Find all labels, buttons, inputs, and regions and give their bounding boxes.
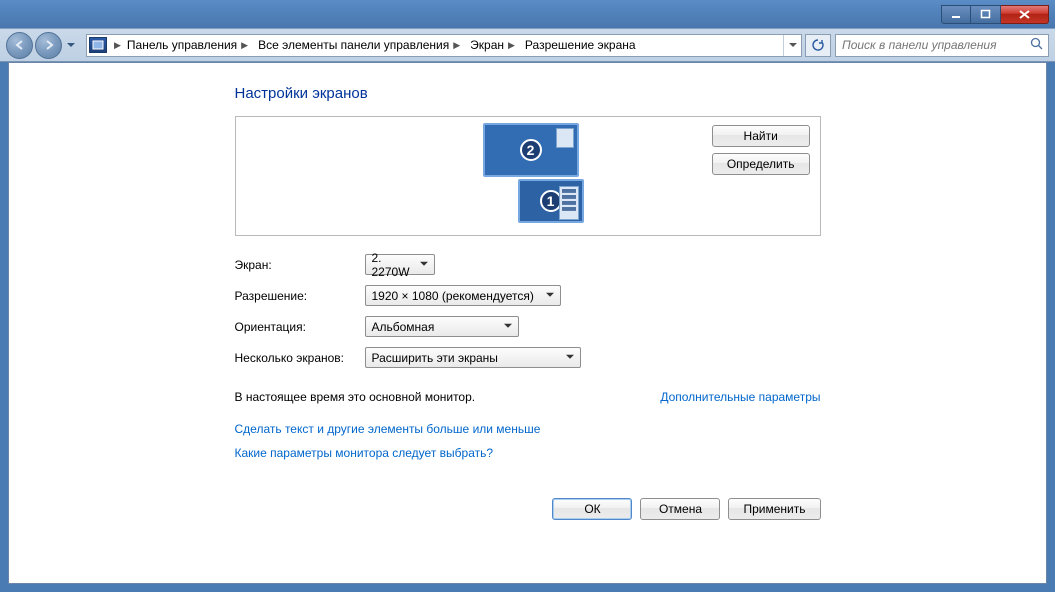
back-arrow-icon: [13, 38, 27, 52]
select-value: Расширить эти экраны: [372, 351, 498, 365]
select-value: 2. 2270W: [372, 251, 412, 279]
breadcrumb: ▶ Панель управления ▶ Все элементы панели…: [110, 35, 783, 56]
ok-button[interactable]: ОК: [552, 498, 632, 520]
chevron-right-icon: ▶: [453, 40, 460, 51]
text-size-link[interactable]: Сделать текст и другие элементы больше и…: [235, 422, 821, 436]
crumb-display[interactable]: Экран ▶: [464, 35, 519, 56]
monitor-badge: 2: [520, 139, 542, 161]
titlebar: [0, 0, 1055, 28]
window-controls: [941, 5, 1049, 24]
select-value: Альбомная: [372, 320, 435, 334]
chevron-down-icon: [67, 43, 75, 48]
crumb-label: Разрешение экрана: [525, 38, 636, 52]
crumb-label: Все элементы панели управления: [258, 38, 449, 52]
control-panel-icon: [89, 37, 107, 53]
crumb-label: Панель управления: [127, 38, 237, 52]
display-arrangement-panel: 2 1 Найти Определить: [235, 116, 821, 236]
monitor-thumb-icon: [559, 186, 579, 220]
crumb-root-arrow[interactable]: ▶: [114, 40, 121, 51]
content: Настройки экранов 2 1 Найти Определить Э…: [235, 85, 821, 520]
address-bar[interactable]: ▶ Панель управления ▶ Все элементы панели…: [86, 34, 802, 57]
advanced-settings-link[interactable]: Дополнительные параметры: [660, 390, 820, 404]
resolution-select[interactable]: 1920 × 1080 (рекомендуется): [365, 285, 561, 306]
label-orientation: Ориентация:: [235, 320, 365, 334]
maximize-button[interactable]: [971, 5, 1001, 24]
monitor-help-link[interactable]: Какие параметры монитора следует выбрать…: [235, 446, 821, 460]
close-button[interactable]: [1001, 5, 1049, 24]
crumb-all-items[interactable]: Все элементы панели управления ▶: [252, 35, 464, 56]
dialog-buttons: ОК Отмена Применить: [235, 498, 821, 520]
crumb-resolution[interactable]: Разрешение экрана: [519, 35, 640, 56]
label-resolution: Разрешение:: [235, 289, 365, 303]
monitor-2[interactable]: 2: [483, 123, 579, 177]
page-title: Настройки экранов: [235, 85, 821, 102]
nav-forward-button[interactable]: [35, 32, 62, 59]
crumb-control-panel[interactable]: Панель управления ▶: [121, 35, 252, 56]
refresh-icon: [811, 38, 825, 52]
content-frame: Настройки экранов 2 1 Найти Определить Э…: [8, 62, 1047, 584]
cancel-button[interactable]: Отмена: [640, 498, 720, 520]
multiple-displays-select[interactable]: Расширить эти экраны: [365, 347, 581, 368]
forward-arrow-icon: [42, 38, 56, 52]
label-display: Экран:: [235, 258, 365, 272]
nav-back-button[interactable]: [6, 32, 33, 59]
chevron-down-icon: [789, 43, 797, 48]
close-icon: [1018, 9, 1031, 20]
address-bar-row: ▶ Панель управления ▶ Все элементы панели…: [0, 28, 1055, 62]
label-multiple: Несколько экранов:: [235, 351, 365, 365]
search-box[interactable]: [835, 34, 1049, 57]
maximize-icon: [980, 9, 991, 20]
address-dropdown[interactable]: [783, 35, 801, 56]
primary-monitor-note: В настоящее время это основной монитор.: [235, 390, 476, 404]
detect-button[interactable]: Найти: [712, 125, 810, 147]
nav-history-dropdown[interactable]: [64, 36, 78, 54]
apply-button[interactable]: Применить: [728, 498, 820, 520]
minimize-button[interactable]: [941, 5, 971, 24]
monitor-1[interactable]: 1: [518, 179, 584, 223]
chevron-right-icon: ▶: [241, 40, 248, 51]
monitor-thumb-icon: [556, 128, 574, 148]
search-input[interactable]: [840, 37, 1026, 53]
chevron-right-icon: ▶: [508, 40, 515, 51]
display-select[interactable]: 2. 2270W: [365, 254, 435, 275]
orientation-select[interactable]: Альбомная: [365, 316, 519, 337]
refresh-button[interactable]: [805, 34, 831, 57]
nav-arrows: [6, 32, 78, 59]
search-icon: [1030, 37, 1044, 54]
identify-button[interactable]: Определить: [712, 153, 810, 175]
crumb-label: Экран: [470, 38, 504, 52]
select-value: 1920 × 1080 (рекомендуется): [372, 289, 534, 303]
minimize-icon: [951, 9, 962, 20]
settings-form: Экран: 2. 2270W Разрешение: 1920 × 1080 …: [235, 254, 821, 368]
